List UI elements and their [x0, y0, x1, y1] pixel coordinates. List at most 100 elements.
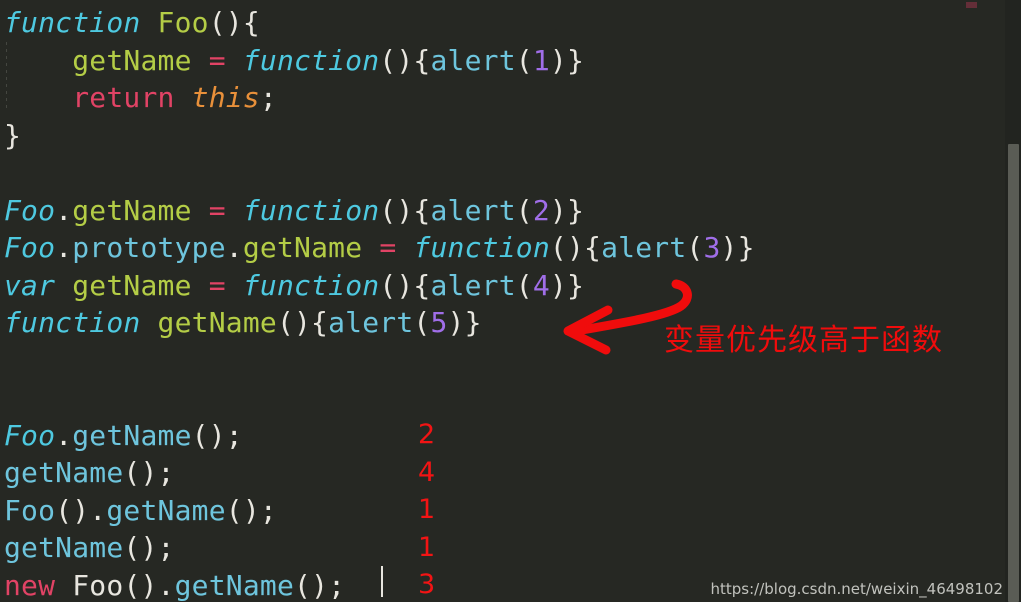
code-editor-area[interactable]: function Foo(){ getName = function(){ale… [0, 0, 1005, 602]
code-token: )} [720, 231, 755, 264]
code-line: function Foo(){ [0, 4, 1005, 42]
code-line: } [0, 117, 1005, 155]
indent-guide-line [6, 42, 7, 112]
code-token: . [55, 193, 73, 227]
code-token: (). [55, 493, 107, 527]
code-token: Foo [4, 193, 56, 227]
code-line: Foo().getName(); [0, 492, 1005, 530]
code-line: return this; [0, 79, 1005, 117]
code-token: Foo [72, 568, 124, 602]
output-results-column: 2 4 1 1 3 [418, 416, 435, 602]
code-token: (){ [208, 6, 260, 39]
code-token: getName [72, 418, 192, 452]
code-token: = [208, 193, 226, 227]
code-token: alert [430, 43, 516, 77]
code-token: function [242, 193, 380, 227]
code-line: Foo.prototype.getName = function(){alert… [0, 229, 1005, 267]
code-token: (). [123, 568, 175, 602]
code-token: (){ [379, 268, 431, 302]
code-token: (); [123, 456, 175, 489]
code-token: alert [328, 306, 414, 339]
code-token: getName [72, 193, 192, 227]
code-token: getName [242, 231, 363, 264]
code-lines-container: function Foo(){ getName = function(){ale… [0, 4, 1005, 602]
code-token: (); [294, 568, 346, 602]
code-token: = [208, 43, 226, 77]
result-value: 1 [418, 531, 436, 563]
code-token: function [4, 306, 141, 339]
code-token: function [4, 6, 158, 39]
code-token: (){ [379, 43, 431, 77]
code-token: 3 [703, 231, 721, 264]
code-token: getName [106, 493, 226, 527]
minimap-marker [966, 2, 977, 8]
code-line: Foo.getName(); [0, 417, 1005, 455]
watermark-url: https://blog.csdn.net/weixin_46498102 [710, 580, 1003, 598]
code-token: alert [430, 268, 516, 302]
code-token: } [4, 118, 22, 152]
code-token: ( [413, 306, 431, 339]
code-token: )} [549, 268, 585, 302]
code-token: (); [225, 493, 277, 527]
code-token: ( [515, 43, 533, 77]
code-token: getName [4, 531, 124, 564]
code-token: Foo [4, 493, 56, 527]
code-line: getName(); [0, 454, 1005, 492]
code-token: (){ [276, 306, 329, 339]
text-caret [381, 566, 383, 597]
result-value: 3 [418, 569, 436, 600]
code-token: Foo [4, 418, 56, 452]
code-token: 4 [532, 268, 550, 302]
code-token: var [4, 268, 56, 302]
code-token: function [242, 43, 380, 77]
code-token: function [242, 268, 380, 302]
code-token: getName [157, 306, 277, 339]
code-token: this [191, 81, 260, 114]
code-token: ; [259, 81, 277, 114]
code-line: getName(); [0, 529, 1005, 567]
result-value: 1 [418, 494, 436, 525]
code-token: 2 [532, 193, 550, 227]
annotation-text: 变量优先级高于函数 [664, 323, 943, 358]
code-line: Foo.getName = function(){alert(2)} [0, 192, 1005, 230]
result-value: 2 [418, 419, 436, 450]
code-token: Foo [4, 231, 56, 264]
code-token: alert [430, 193, 516, 227]
code-token: (){ [379, 193, 431, 227]
vertical-scrollbar-track[interactable] [1005, 0, 1021, 602]
code-editor-screenshot: function Foo(){ getName = function(){ale… [0, 0, 1021, 602]
code-token: (); [191, 418, 243, 452]
result-value: 4 [418, 456, 436, 488]
code-line: getName = function(){alert(1)} [0, 42, 1005, 80]
code-token: = [379, 231, 397, 264]
code-token: . [55, 418, 73, 452]
code-token: ( [515, 193, 533, 227]
code-token: getName [72, 43, 192, 77]
code-token: prototype [72, 231, 226, 264]
vertical-scrollbar-thumb[interactable] [1008, 144, 1019, 602]
code-token: . [55, 231, 73, 264]
code-token: alert [601, 231, 687, 264]
code-token: (); [123, 531, 175, 564]
code-token: = [208, 268, 226, 302]
code-token: function [413, 231, 550, 264]
code-token: 5 [430, 306, 448, 339]
code-token: 1 [532, 43, 550, 77]
code-token: new [4, 568, 56, 602]
code-token: )} [447, 306, 482, 339]
